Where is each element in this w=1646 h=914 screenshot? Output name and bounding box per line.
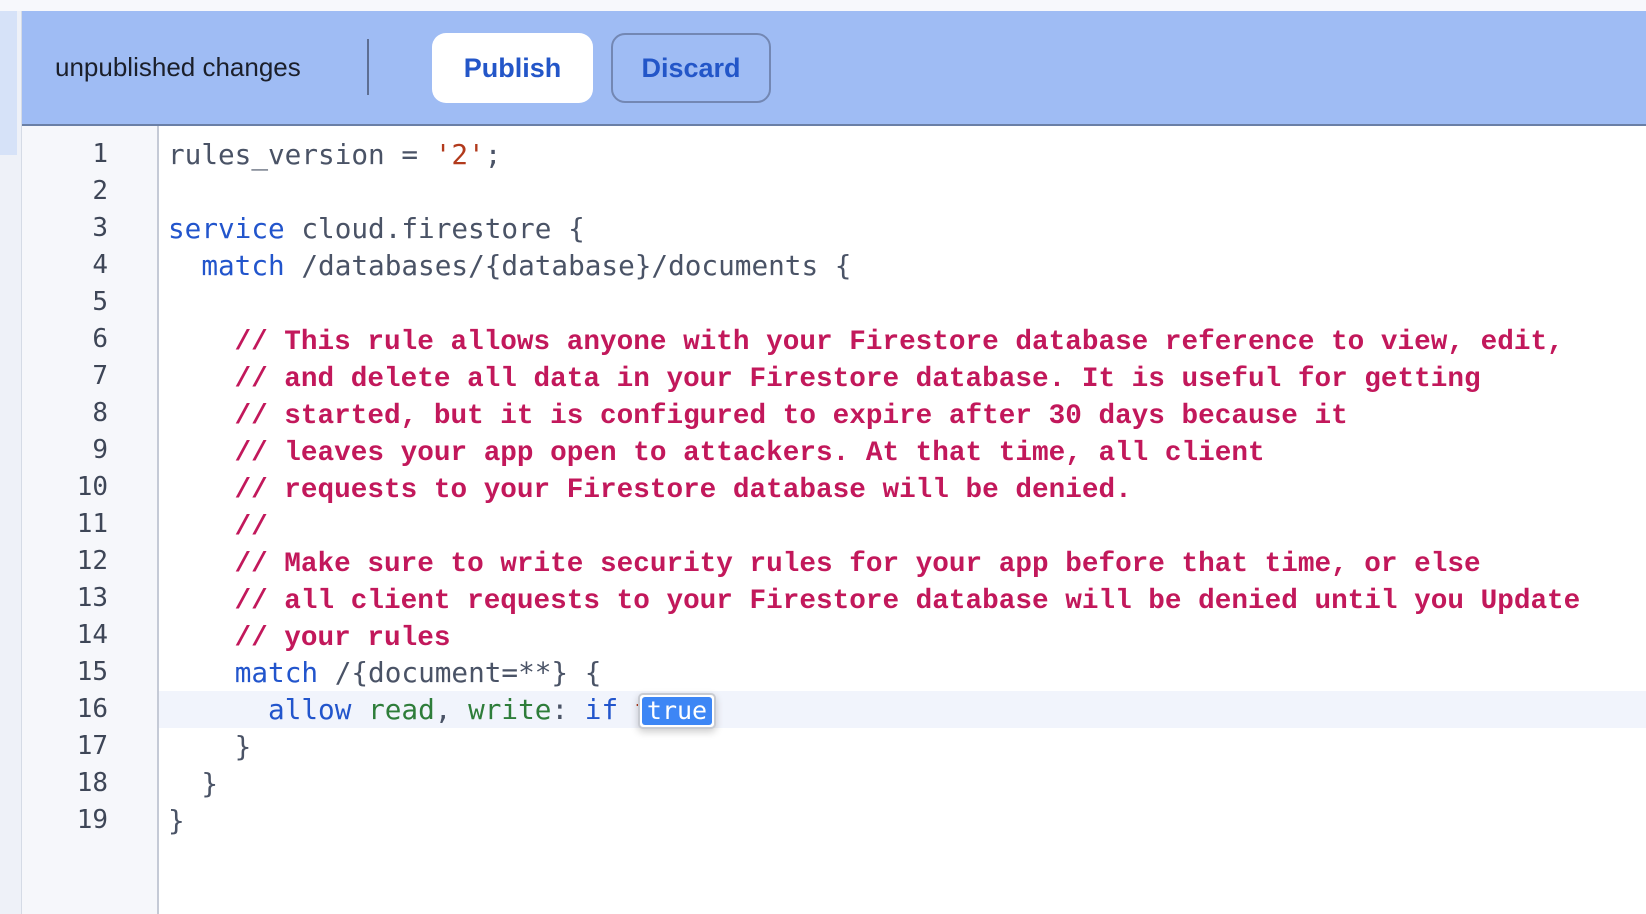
code-text-token: ,: [434, 693, 469, 726]
code-line[interactable]: }: [159, 728, 1646, 765]
line-number: 17: [76, 731, 108, 761]
line-number: 3: [92, 213, 108, 243]
literal-token: '2': [434, 138, 485, 171]
line-number: 1: [92, 139, 108, 169]
unpublished-status: unpublished changes: [55, 52, 301, 82]
line-number: 11: [76, 509, 108, 539]
keyword-token: allow: [268, 693, 352, 726]
code-line[interactable]: //: [159, 506, 1646, 543]
line-number: 4: [92, 250, 108, 280]
code-text-token: /databases/{database}/documents {: [284, 249, 852, 282]
comment-token: // This rule allows anyone with your Fir…: [168, 327, 1564, 358]
divider: [367, 39, 369, 95]
autocomplete-item-true[interactable]: true: [642, 697, 712, 725]
identifier-token: write: [468, 693, 552, 726]
code-line[interactable]: // all client requests to your Firestore…: [159, 580, 1646, 617]
code-line[interactable]: rules_version = '2';: [159, 136, 1646, 173]
scrollbar-thumb[interactable]: [0, 11, 17, 155]
line-number: 6: [92, 324, 108, 354]
keyword-token: service: [168, 212, 285, 245]
comment-token: //: [168, 512, 268, 543]
discard-button[interactable]: Discard: [611, 33, 771, 103]
line-number: 16: [76, 694, 108, 724]
code-line[interactable]: match /databases/{database}/documents {: [159, 247, 1646, 284]
autocomplete-popup: true: [638, 693, 716, 729]
code-text-token: }: [168, 804, 185, 837]
code-line[interactable]: // This rule allows anyone with your Fir…: [159, 321, 1646, 358]
code-area[interactable]: rules_version = '2'; service cloud.firest…: [159, 126, 1646, 914]
code-text-token: rules_version =: [168, 138, 435, 171]
line-number: 19: [76, 805, 108, 835]
line-number: 13: [76, 583, 108, 613]
line-number: 14: [76, 620, 108, 650]
identifier-token: read: [368, 693, 435, 726]
line-number: 2: [92, 176, 108, 206]
code-text-token: }: [168, 730, 252, 763]
code-line[interactable]: service cloud.firestore {: [159, 210, 1646, 247]
code-line[interactable]: allow read, write: if true;: [159, 691, 1646, 728]
code-line[interactable]: }: [159, 802, 1646, 839]
line-number: 10: [76, 472, 108, 502]
code-line[interactable]: match /{document=**} {: [159, 654, 1646, 691]
publish-button[interactable]: Publish: [432, 33, 593, 103]
comment-token: // leaves your app open to attackers. At…: [168, 438, 1265, 469]
code-text-token: ;: [484, 138, 502, 171]
rules-editor[interactable]: 1 2 3 4 5 6 7 8 9 10 11 12 13 14 15 16 17 18 19 rules_vers…: [22, 126, 1646, 914]
code-line[interactable]: [159, 173, 1646, 210]
comment-token: // Make sure to write security rules for…: [168, 549, 1481, 580]
line-number: 5: [92, 287, 108, 317]
code-line[interactable]: // Make sure to write security rules for…: [159, 543, 1646, 580]
line-number: 12: [76, 546, 108, 576]
code-text-token: /{document=**} {: [318, 656, 602, 689]
keyword-token: match: [234, 656, 319, 689]
line-number: 7: [92, 361, 108, 391]
code-line[interactable]: }: [159, 765, 1646, 802]
comment-token: // all client requests to your Firestore…: [168, 586, 1581, 617]
line-number: 15: [76, 657, 108, 687]
code-line[interactable]: // and delete all data in your Firestore…: [159, 358, 1646, 395]
code-text-token: cloud.firestore {: [284, 212, 585, 245]
line-number: 18: [76, 768, 108, 798]
code-text-token: :: [551, 693, 585, 726]
code-line[interactable]: // your rules: [159, 617, 1646, 654]
code-text-token: }: [168, 767, 219, 800]
line-number-gutter: 1 2 3 4 5 6 7 8 9 10 11 12 13 14 15 16 17 18 19: [22, 126, 159, 914]
keyword-token: match: [201, 249, 285, 282]
keyword-token: if: [584, 693, 619, 726]
side-scrollbar[interactable]: [0, 11, 22, 914]
comment-token: // requests to your Firestore database w…: [168, 475, 1132, 506]
code-line[interactable]: // started, but it is configured to expi…: [159, 395, 1646, 432]
code-line[interactable]: // requests to your Firestore database w…: [159, 469, 1646, 506]
comment-token: // started, but it is configured to expi…: [168, 401, 1348, 432]
comment-token: // and delete all data in your Firestore…: [168, 364, 1481, 395]
publish-toolbar: unpublished changes Publish Discard: [22, 11, 1646, 126]
comment-token: // your rules: [168, 623, 451, 654]
line-number: 9: [92, 435, 108, 465]
line-number: 8: [92, 398, 108, 428]
code-line[interactable]: [159, 284, 1646, 321]
code-line[interactable]: // leaves your app open to attackers. At…: [159, 432, 1646, 469]
